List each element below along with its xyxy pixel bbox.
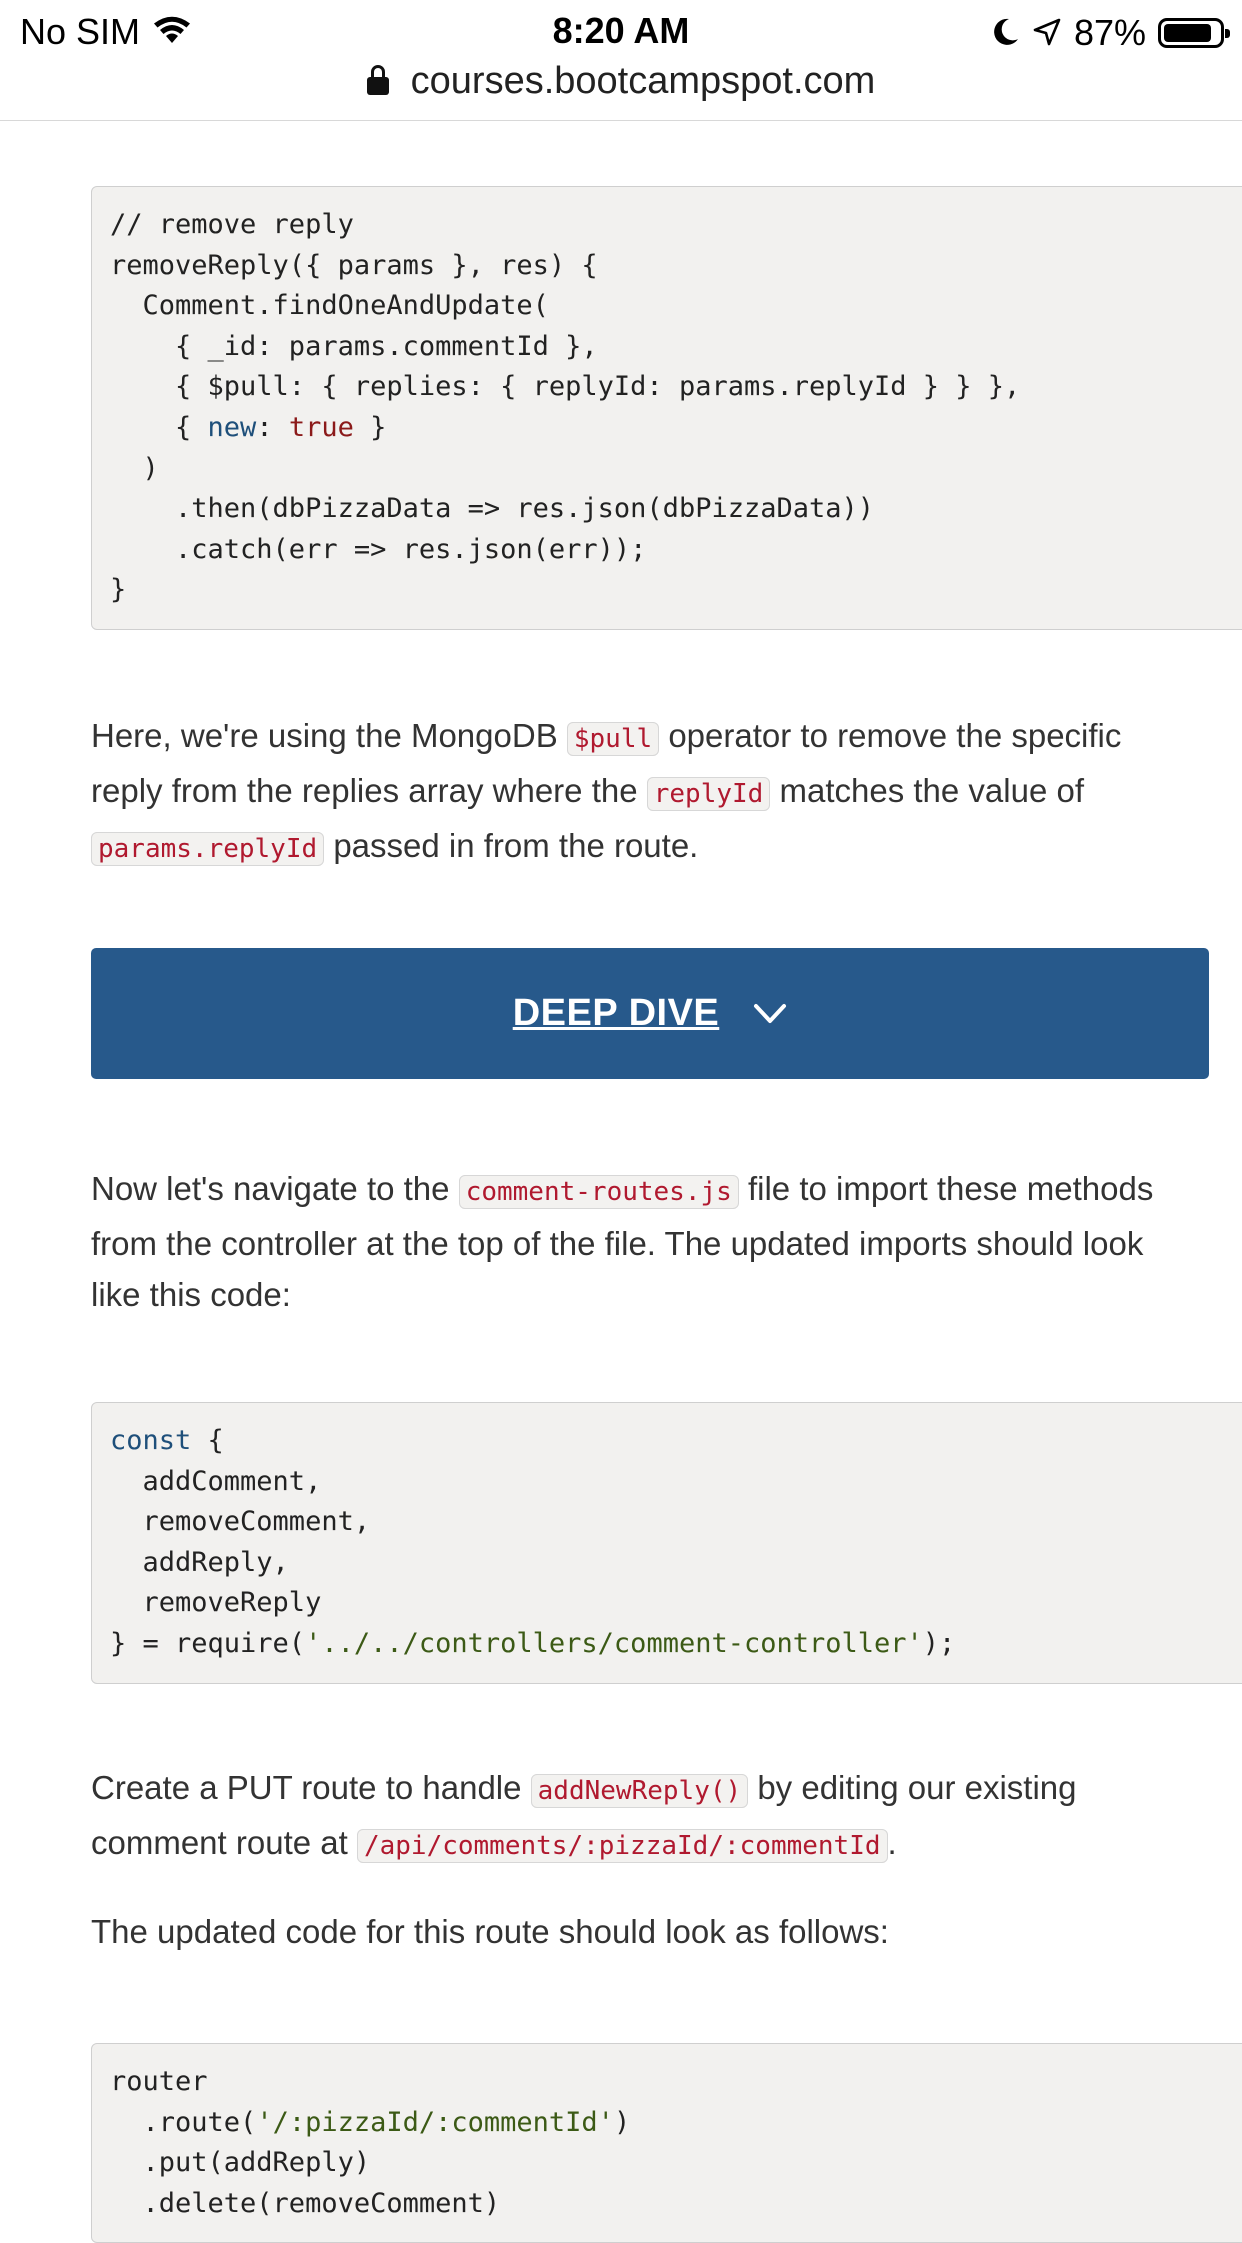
inline-code: comment-routes.js: [458, 1175, 739, 1209]
paragraph-updated-code: The updated code for this route should l…: [91, 1913, 889, 1950]
code-string: '../../controllers/comment-controller': [305, 1627, 923, 1659]
paragraph-pull-operator: Here, we're using the MongoDB $pull oper…: [91, 717, 1122, 866]
code-line: }: [110, 574, 127, 606]
code-line: addComment,: [110, 1465, 322, 1497]
location-arrow-icon: [1032, 14, 1062, 56]
inline-code: addNewReply(): [530, 1774, 749, 1808]
inline-code: /api/comments/:pizzaId/:commentId: [356, 1829, 888, 1863]
code-line: removeReply({ params }, res) {: [110, 249, 598, 281]
chevron-down-icon: [753, 1003, 787, 1030]
code-line: }: [353, 411, 387, 443]
code-block-router: router .route('/:pizzaId/:commentId') .p…: [91, 2043, 1242, 2243]
paragraph-put-route: Create a PUT route to handle addNewReply…: [91, 1769, 1077, 1863]
code-boolean: true: [288, 411, 354, 443]
code-line: addReply,: [110, 1546, 289, 1578]
code-string: '/:pizzaId/:commentId': [256, 2106, 614, 2138]
paragraph-navigate-routes: Now let's navigate to the comment-routes…: [91, 1170, 1154, 1313]
code-line: { $pull: { replies: { replyId: params.re…: [110, 371, 1021, 403]
code-keyword: const: [110, 1425, 192, 1456]
code-line: {: [110, 411, 208, 443]
moon-icon: [992, 14, 1020, 56]
deep-dive-label: DEEP DIVE: [512, 992, 720, 1034]
code-line: // remove reply: [110, 209, 354, 240]
code-block-remove-reply: // remove reply removeReply({ params }, …: [91, 186, 1242, 630]
status-right: 87%: [980, 10, 1230, 56]
inline-code: params.replyId: [91, 832, 325, 866]
url-text[interactable]: courses.bootcampspot.com: [411, 60, 876, 103]
code-line: removeReply: [110, 1587, 322, 1619]
code-line: :: [256, 411, 289, 443]
code-line: ): [110, 452, 159, 484]
code-line: .then(dbPizzaData => res.json(dbPizzaDat…: [110, 493, 875, 525]
code-block-imports: const { addComment, removeComment, addRe…: [91, 1402, 1242, 1684]
code-keyword: new: [207, 411, 257, 443]
code-line: .delete(removeComment): [110, 2187, 501, 2219]
battery-percent: 87%: [1073, 12, 1146, 53]
inline-code: $pull: [566, 722, 660, 756]
code-line: Comment.findOneAndUpdate(: [110, 290, 549, 322]
inline-code: replyId: [646, 777, 771, 811]
code-line: .catch(err => res.json(err));: [110, 533, 647, 565]
lock-icon: [366, 64, 389, 95]
code-line: router: [110, 2066, 208, 2097]
battery-level-fill: [1164, 24, 1211, 42]
battery-icon: [1158, 18, 1230, 48]
code-line: .put(addReply): [110, 2147, 371, 2179]
url-bar[interactable]: courses.bootcampspot.com: [0, 58, 1242, 121]
deep-dive-toggle-button[interactable]: DEEP DIVE: [91, 948, 1209, 1079]
code-line: { _id: params.commentId },: [110, 330, 598, 362]
code-line: removeComment,: [110, 1506, 371, 1538]
status-bar: No SIM 8:20 AM 87%: [0, 0, 1242, 62]
